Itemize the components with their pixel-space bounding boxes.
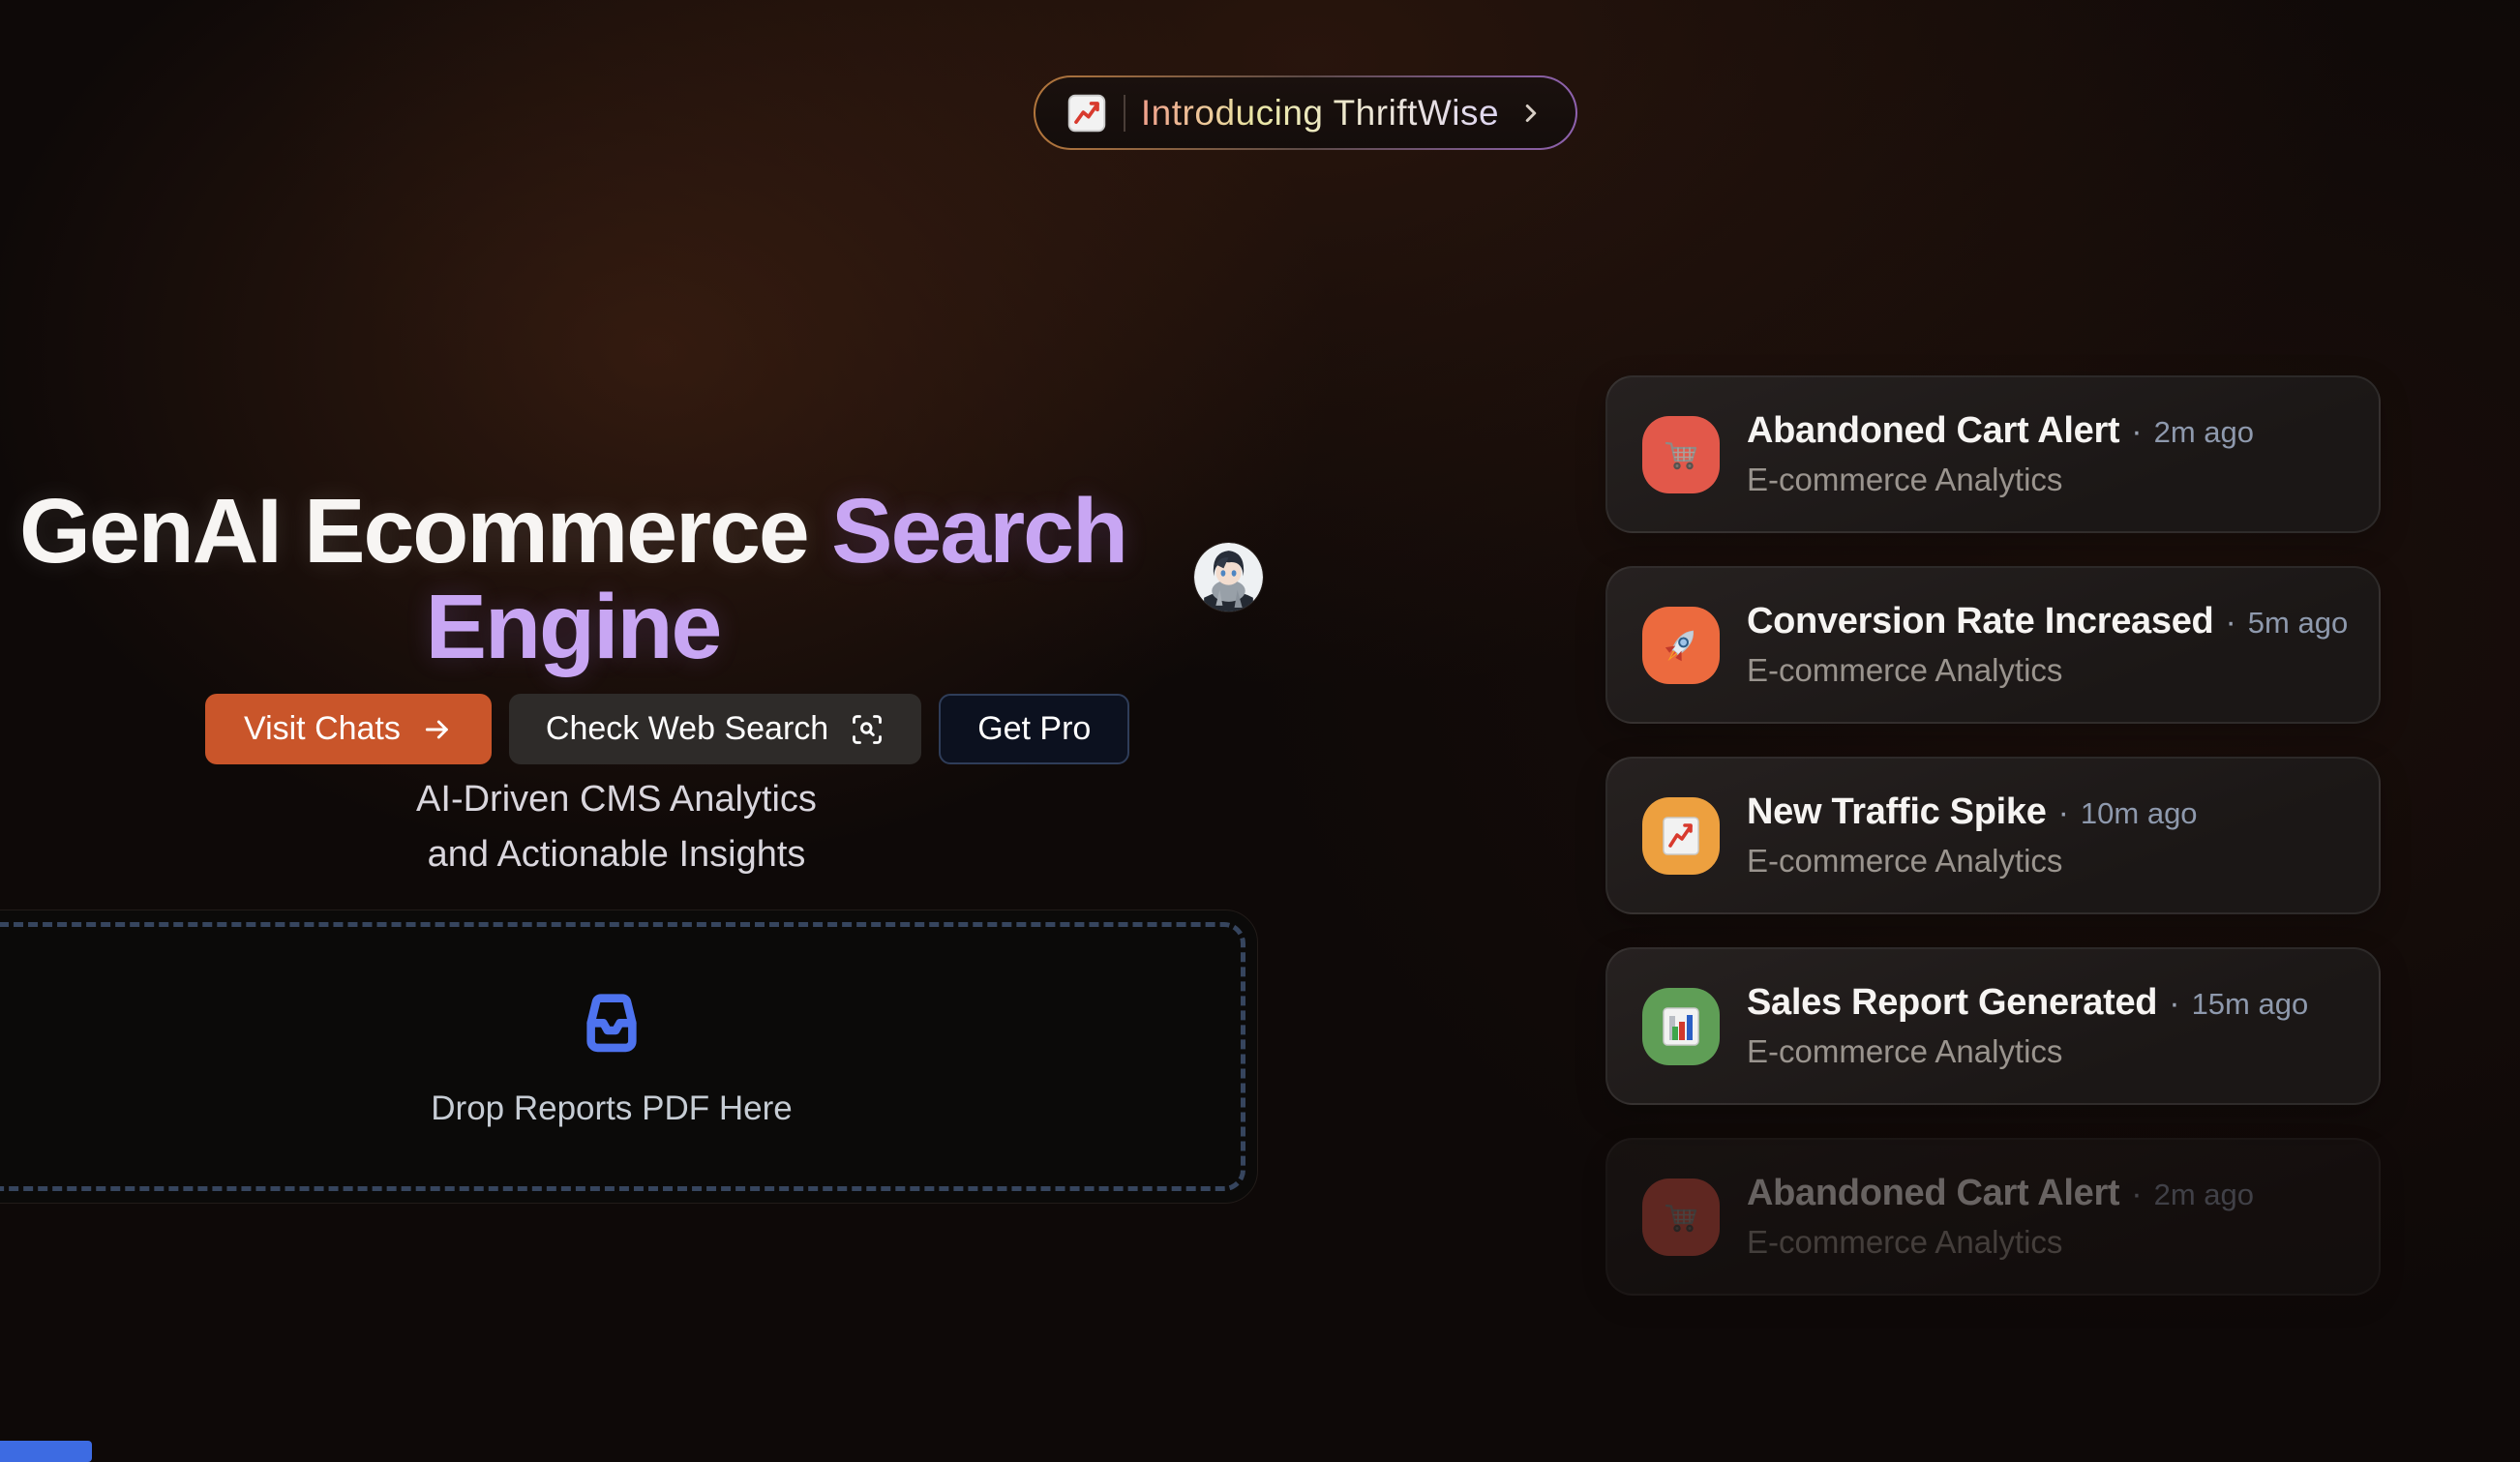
notification-text: Conversion Rate Increased · 5m ago E-com… (1747, 601, 2348, 689)
notification-time: 5m ago (2248, 606, 2348, 641)
notification-title: Abandoned Cart Alert (1747, 410, 2119, 452)
notification-time: 10m ago (2081, 796, 2198, 831)
notification-icon (1642, 1179, 1720, 1256)
notification-title: Sales Report Generated (1747, 982, 2157, 1024)
avatar (1194, 543, 1263, 612)
inbox-icon (572, 985, 651, 1064)
notification-source: E-commerce Analytics (1747, 843, 2198, 880)
notification-card[interactable]: Sales Report Generated · 15m ago E-comme… (1605, 947, 2381, 1105)
announcement-badge[interactable]: Introducing ThriftWise (1034, 75, 1577, 150)
notification-text: New Traffic Spike · 10m ago E-commerce A… (1747, 791, 2198, 880)
page-title-primary: GenAI Ecommerce (19, 480, 831, 582)
announcement-label: Introducing ThriftWise (1141, 93, 1499, 134)
notification-list: Abandoned Cart Alert · 2m ago E-commerce… (1605, 375, 2381, 1296)
notification-time: 2m ago (2154, 415, 2254, 450)
notification-icon (1642, 416, 1720, 493)
hero-actions: Visit Chats Check Web Search Get Pro (205, 694, 1129, 764)
notification-card[interactable]: New Traffic Spike · 10m ago E-commerce A… (1605, 757, 2381, 914)
check-web-search-label: Check Web Search (546, 710, 828, 748)
notification-text: Abandoned Cart Alert · 2m ago E-commerce… (1747, 410, 2254, 498)
chevron-right-icon (1516, 99, 1545, 128)
shopping-cart-icon (1658, 1194, 1704, 1240)
notification-card[interactable]: Abandoned Cart Alert · 2m ago E-commerce… (1605, 375, 2381, 533)
chart-increasing-icon (1065, 92, 1108, 134)
notification-source: E-commerce Analytics (1747, 462, 2254, 498)
notification-separator: · (2225, 604, 2235, 641)
notification-icon (1642, 607, 1720, 684)
notification-icon (1642, 988, 1720, 1065)
horizontal-scrollbar-thumb[interactable] (0, 1441, 92, 1462)
notification-source: E-commerce Analytics (1747, 1224, 2254, 1261)
notification-separator: · (2131, 413, 2142, 451)
scan-search-icon (850, 712, 885, 747)
get-pro-button[interactable]: Get Pro (939, 694, 1129, 764)
notification-source: E-commerce Analytics (1747, 652, 2348, 689)
notification-source: E-commerce Analytics (1747, 1033, 2308, 1070)
notification-time: 2m ago (2154, 1178, 2254, 1212)
page-title: GenAI Ecommerce Search Engine (0, 484, 1146, 675)
notification-icon (1642, 797, 1720, 875)
notification-text: Sales Report Generated · 15m ago E-comme… (1747, 982, 2308, 1070)
badge-divider (1124, 95, 1125, 132)
notification-title: New Traffic Spike (1747, 791, 2047, 833)
dropzone-label: Drop Reports PDF Here (431, 1089, 792, 1128)
notification-title: Conversion Rate Increased (1747, 601, 2213, 642)
shopping-cart-icon (1658, 432, 1704, 478)
pdf-dropzone-dashed-area: Drop Reports PDF Here (0, 922, 1245, 1191)
notification-separator: · (2169, 985, 2179, 1023)
rocket-icon (1658, 622, 1704, 669)
arrow-right-icon (422, 714, 453, 745)
chart-increasing-icon (1658, 813, 1704, 859)
hero-subtitle-line1: AI-Driven CMS Analytics (345, 772, 887, 827)
hero-subtitle: AI-Driven CMS Analytics and Actionable I… (345, 772, 887, 882)
notification-card[interactable]: Conversion Rate Increased · 5m ago E-com… (1605, 566, 2381, 724)
notification-separator: · (2131, 1176, 2142, 1213)
notification-text: Abandoned Cart Alert · 2m ago E-commerce… (1747, 1173, 2254, 1261)
notification-separator: · (2058, 794, 2069, 832)
check-web-search-button[interactable]: Check Web Search (509, 694, 921, 764)
visit-chats-button[interactable]: Visit Chats (205, 694, 492, 764)
notification-time: 15m ago (2192, 987, 2309, 1022)
hero-subtitle-line2: and Actionable Insights (345, 827, 887, 882)
visit-chats-label: Visit Chats (244, 710, 401, 748)
notification-title: Abandoned Cart Alert (1747, 1173, 2119, 1214)
notification-card[interactable]: Abandoned Cart Alert · 2m ago E-commerce… (1605, 1138, 2381, 1296)
bar-chart-icon (1658, 1003, 1704, 1050)
pdf-dropzone[interactable]: Drop Reports PDF Here (0, 910, 1258, 1204)
get-pro-label: Get Pro (977, 710, 1091, 748)
